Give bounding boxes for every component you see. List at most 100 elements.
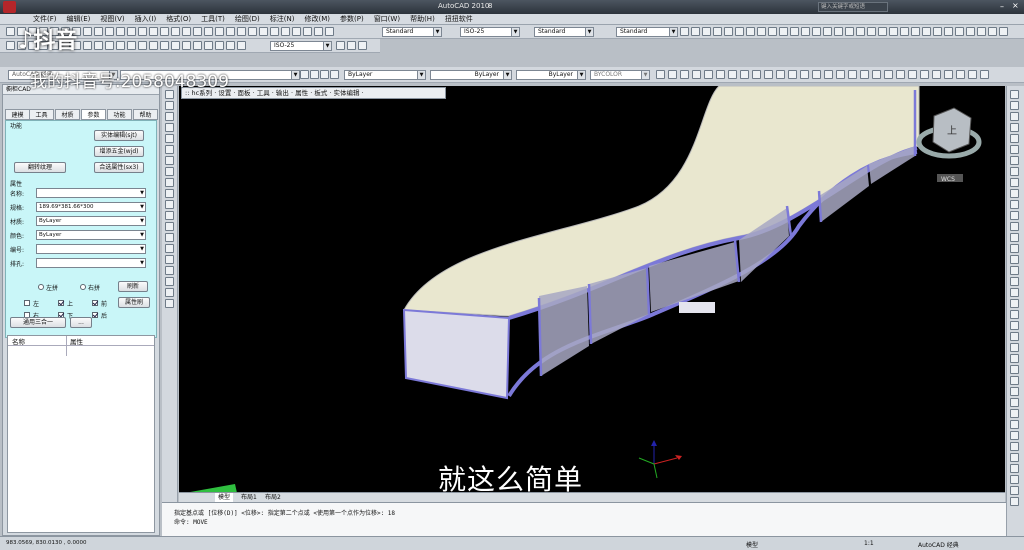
toolbar-button-icon[interactable] xyxy=(790,27,799,36)
toolbar-button-icon[interactable] xyxy=(281,27,290,36)
toolbar-button-icon[interactable] xyxy=(845,27,854,36)
tool-icon[interactable] xyxy=(1010,354,1019,363)
toolbar-button-icon[interactable] xyxy=(900,27,909,36)
toolbar-button-icon[interactable] xyxy=(94,41,103,50)
tool-icon[interactable] xyxy=(1010,101,1019,110)
tool-icon[interactable] xyxy=(165,189,174,198)
toolbar-button-icon[interactable] xyxy=(933,27,942,36)
refresh-button[interactable]: 刷新 xyxy=(118,281,148,292)
toolbar-button-icon[interactable] xyxy=(226,41,235,50)
toolbar-button-icon[interactable] xyxy=(908,70,917,79)
plot-style-select[interactable]: BYCOLOR ▼ xyxy=(590,70,650,80)
toolbar-button-icon[interactable] xyxy=(848,70,857,79)
toolbar-button-icon[interactable] xyxy=(320,70,329,79)
tool-icon[interactable] xyxy=(165,112,174,121)
toolbar-button-icon[interactable] xyxy=(127,27,136,36)
field-input[interactable]: 189.69*381.66*300 ▼ xyxy=(36,202,146,212)
side-checkbox[interactable] xyxy=(24,300,30,306)
tool-icon[interactable] xyxy=(1010,189,1019,198)
toolbar-button-icon[interactable] xyxy=(83,27,92,36)
linetype-select[interactable]: ByLayer ▼ xyxy=(430,70,512,80)
toolbar-button-icon[interactable] xyxy=(310,70,319,79)
toolbar-button-icon[interactable] xyxy=(656,70,665,79)
side-checkbox[interactable] xyxy=(58,300,64,306)
toolbar-button-icon[interactable] xyxy=(668,70,677,79)
app-logo-icon[interactable] xyxy=(3,1,16,13)
toolbar-button-icon[interactable] xyxy=(6,41,15,50)
tool-icon[interactable] xyxy=(1010,167,1019,176)
menu-item[interactable]: 工具(T) xyxy=(196,14,230,25)
tool-icon[interactable] xyxy=(1010,277,1019,286)
toolbar-button-icon[interactable] xyxy=(977,27,986,36)
toolbar-button-icon[interactable] xyxy=(314,27,323,36)
toolbar-button-icon[interactable] xyxy=(226,27,235,36)
toolbar-button-icon[interactable] xyxy=(966,27,975,36)
minimize-button[interactable]: – xyxy=(1000,2,1008,11)
toolbar-button-icon[interactable] xyxy=(204,27,213,36)
color-select[interactable]: ByLayer ▼ xyxy=(344,70,426,80)
field-input[interactable]: ByLayer ▼ xyxy=(36,216,146,226)
tool-icon[interactable] xyxy=(165,266,174,275)
toolbar-button-icon[interactable] xyxy=(728,70,737,79)
toolbar-button-icon[interactable] xyxy=(248,27,257,36)
tool-icon[interactable] xyxy=(1010,464,1019,473)
tool-icon[interactable] xyxy=(1010,288,1019,297)
solid-edit-button[interactable]: 实体编辑(sjt) xyxy=(94,130,144,141)
toolbar-button-icon[interactable] xyxy=(105,41,114,50)
tool-icon[interactable] xyxy=(165,101,174,110)
tab-layout2[interactable]: 布局2 xyxy=(265,493,281,502)
tool-icon[interactable] xyxy=(1010,244,1019,253)
tool-icon[interactable] xyxy=(1010,178,1019,187)
toolbar-button-icon[interactable] xyxy=(878,27,887,36)
right-join-radio[interactable] xyxy=(80,284,86,290)
menu-item[interactable]: 帮助(H) xyxy=(405,14,440,25)
tool-icon[interactable] xyxy=(1010,475,1019,484)
toolbar-button-icon[interactable] xyxy=(138,41,147,50)
toolbar-button-icon[interactable] xyxy=(724,27,733,36)
toolbar-button-icon[interactable] xyxy=(911,27,920,36)
toolbar-button-icon[interactable] xyxy=(358,41,367,50)
toolbar-button-icon[interactable] xyxy=(856,27,865,36)
tool-icon[interactable] xyxy=(165,145,174,154)
toolbar-button-icon[interactable] xyxy=(752,70,761,79)
toolbar-button-icon[interactable] xyxy=(138,27,147,36)
toolbar-button-icon[interactable] xyxy=(788,70,797,79)
toolbar-button-icon[interactable] xyxy=(801,27,810,36)
menu-item[interactable]: 标注(N) xyxy=(265,14,300,25)
toolbar-button-icon[interactable] xyxy=(105,27,114,36)
toolbar-button-icon[interactable] xyxy=(889,27,898,36)
dim-style-select-2[interactable]: ISO-25 ▼ xyxy=(270,41,332,51)
toolbar-button-icon[interactable] xyxy=(160,41,169,50)
toolbar-button-icon[interactable] xyxy=(713,27,722,36)
prop-brush-button[interactable]: 属性刷 xyxy=(118,297,150,308)
side-checkbox[interactable] xyxy=(92,300,98,306)
toolbar-button-icon[interactable] xyxy=(160,27,169,36)
toolbar-button-icon[interactable] xyxy=(292,27,301,36)
tool-icon[interactable] xyxy=(1010,310,1019,319)
toolbar-button-icon[interactable] xyxy=(956,70,965,79)
toolbar-button-icon[interactable] xyxy=(980,70,989,79)
tool-icon[interactable] xyxy=(165,299,174,308)
field-input[interactable]: ▼ xyxy=(36,258,146,268)
command-line[interactable]: 指定基点或 [位移(D)] <位移>: 指定第二个点或 <使用第一个点作为位移>… xyxy=(162,502,1006,536)
search-input[interactable]: 键入关键字或短语 xyxy=(818,2,888,12)
tool-icon[interactable] xyxy=(165,134,174,143)
tool-icon[interactable] xyxy=(165,178,174,187)
toolbar-button-icon[interactable] xyxy=(270,27,279,36)
field-input[interactable]: ▼ xyxy=(36,244,146,254)
toolbar-button-icon[interactable] xyxy=(182,41,191,50)
toolbar-button-icon[interactable] xyxy=(215,41,224,50)
tab-2[interactable]: 材质 xyxy=(55,109,80,120)
add-hardware-button[interactable]: 增添五金(wjd) xyxy=(94,146,144,157)
toolbar-button-icon[interactable] xyxy=(764,70,773,79)
tool-icon[interactable] xyxy=(1010,398,1019,407)
toolbar-button-icon[interactable] xyxy=(776,70,785,79)
toolbar-button-icon[interactable] xyxy=(812,70,821,79)
tool-icon[interactable] xyxy=(1010,90,1019,99)
toolbar-button-icon[interactable] xyxy=(193,27,202,36)
model-toggle[interactable]: 模型 xyxy=(746,540,758,549)
toolbar-button-icon[interactable] xyxy=(716,70,725,79)
tool-icon[interactable] xyxy=(1010,156,1019,165)
tool-icon[interactable] xyxy=(1010,266,1019,275)
toolbar-button-icon[interactable] xyxy=(691,27,700,36)
